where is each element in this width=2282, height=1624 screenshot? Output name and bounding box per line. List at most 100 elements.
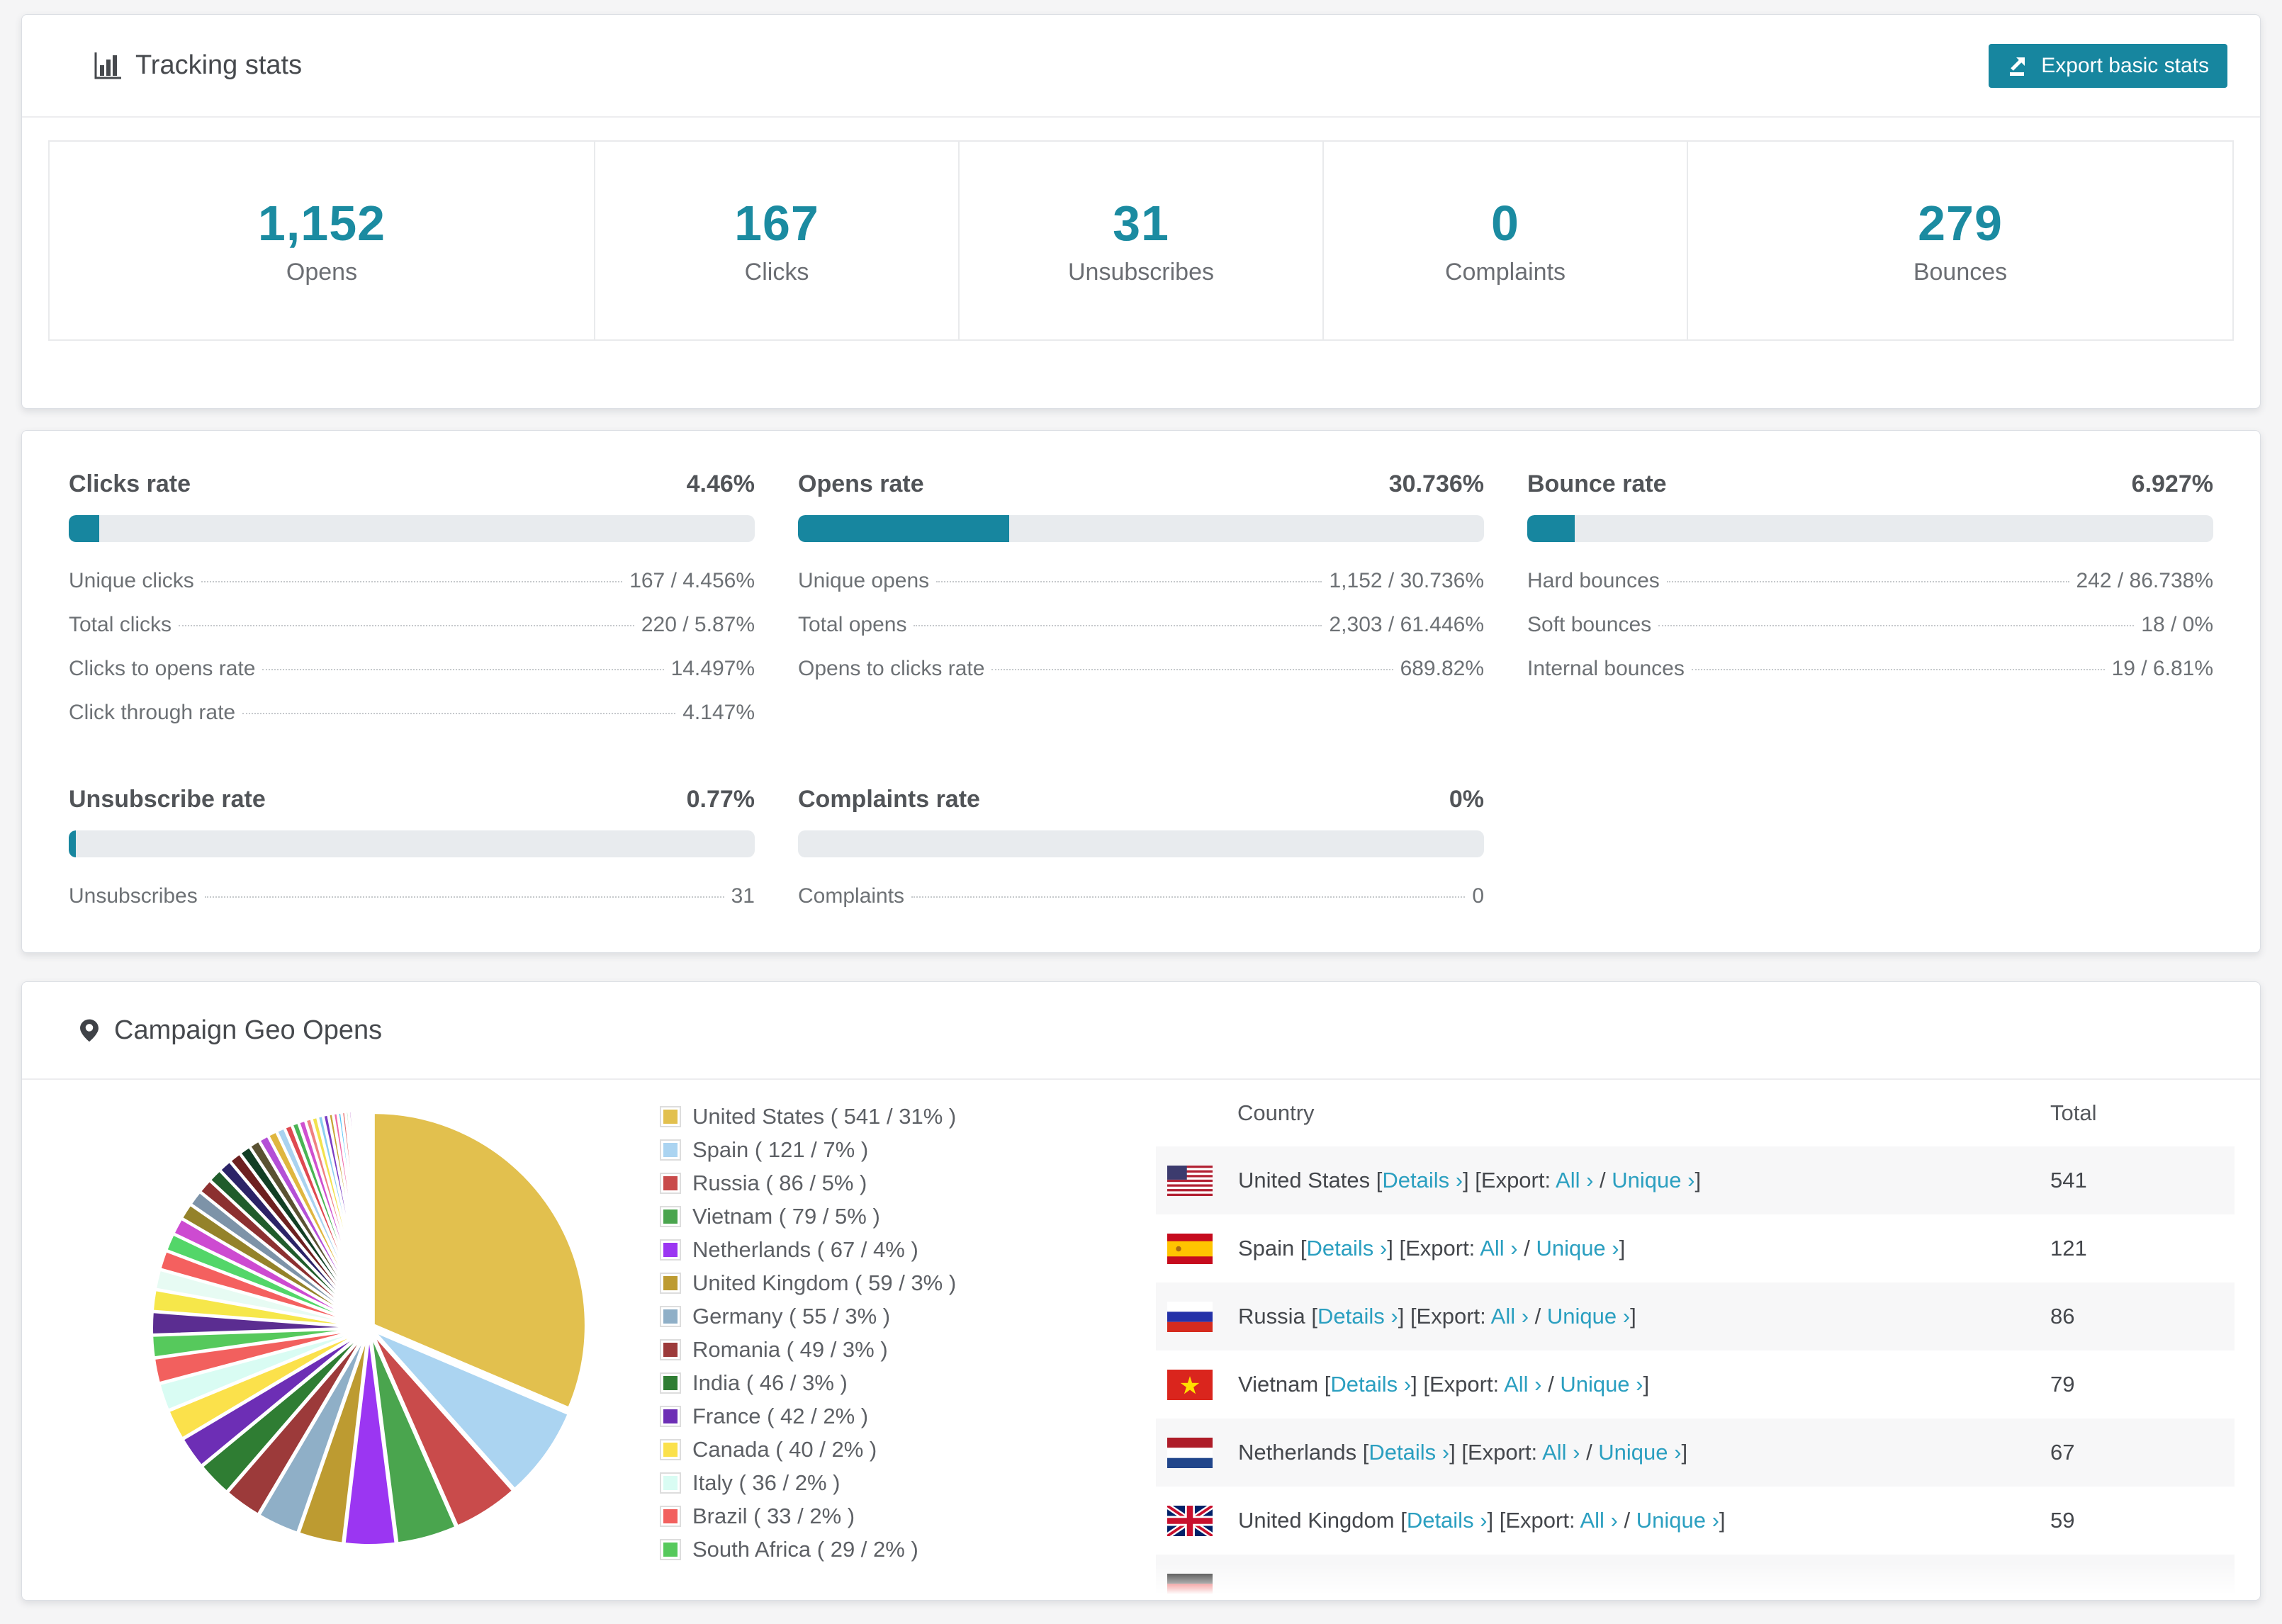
rate-row-label: Unsubscribes <box>69 884 198 908</box>
table-row-vietnam: Vietnam [Details ›] [Export: All › / Uni… <box>1156 1350 2235 1419</box>
stat-label: Opens <box>286 259 358 286</box>
stat-value: 0 <box>1491 196 1519 251</box>
rate-row-value: 18 / 0% <box>2141 613 2213 636</box>
legend-swatch <box>660 1406 681 1427</box>
details-link[interactable]: Details › <box>1368 1440 1449 1465</box>
legend-swatch <box>660 1439 681 1460</box>
legend-swatch <box>660 1506 681 1527</box>
legend-label: United States ( 541 / 31% ) <box>692 1104 957 1129</box>
rate-rows: Complaints 0 <box>798 874 1484 918</box>
legend-label: Netherlands ( 67 / 4% ) <box>692 1237 918 1262</box>
rate-row-value: 220 / 5.87% <box>641 613 755 636</box>
export-links: [Export: All › / Unique ›] <box>1399 1236 1626 1261</box>
legend-label: United Kingdom ( 59 / 3% ) <box>692 1270 957 1295</box>
export-unique-link[interactable]: Unique › <box>1612 1168 1694 1192</box>
legend-label: Russia ( 86 / 5% ) <box>692 1171 867 1195</box>
legend-swatch <box>660 1173 681 1194</box>
legend-swatch <box>660 1206 681 1227</box>
export-unique-link[interactable]: Unique › <box>1560 1372 1643 1397</box>
dotted-leader <box>1666 581 2069 582</box>
flag-gb-icon <box>1167 1505 1213 1536</box>
export-all-link[interactable]: All › <box>1480 1236 1517 1261</box>
details-link[interactable]: Details › <box>1407 1508 1488 1533</box>
rate-row-value: 4.147% <box>682 701 755 724</box>
stat-value: 167 <box>734 196 819 251</box>
stat-value: 279 <box>1918 196 2003 251</box>
legend-item: Germany ( 55 / 3% ) <box>660 1304 1156 1329</box>
rate-row-label: Clicks to opens rate <box>69 657 256 680</box>
table-row-netherlands: Netherlands [Details ›] [Export: All › /… <box>1156 1419 2235 1487</box>
stat-cell-unsubscribes: 31 Unsubscribes <box>958 142 1322 339</box>
export-links: [Export: All › / Unique ›] <box>1410 1304 1636 1329</box>
export-unique-link[interactable]: Unique › <box>1598 1440 1681 1465</box>
rate-row: Soft bounces 18 / 0% <box>1527 603 2213 647</box>
total-column-header: Total <box>2050 1100 2097 1125</box>
country-text: Russia [Details ›] [Export: All › / Uniq… <box>1238 1304 1636 1329</box>
progress-track <box>798 515 1484 542</box>
legend-swatch <box>660 1139 681 1161</box>
legend-item: Netherlands ( 67 / 4% ) <box>660 1237 1156 1263</box>
table-row-de <box>1156 1555 2235 1600</box>
country-cell: United States [Details ›] [Export: All ›… <box>1156 1165 2050 1196</box>
rate-row-label: Total opens <box>798 613 907 636</box>
rate-title: Clicks rate <box>69 470 191 497</box>
legend-item: Vietnam ( 79 / 5% ) <box>660 1204 1156 1229</box>
rate-row-label: Total clicks <box>69 613 172 636</box>
country-name: Vietnam <box>1238 1372 1319 1397</box>
rate-value: 0.77% <box>686 786 755 813</box>
export-basic-stats-button[interactable]: Export basic stats <box>1989 43 2227 88</box>
export-all-link[interactable]: All › <box>1542 1440 1580 1465</box>
details-link[interactable]: Details › <box>1307 1236 1388 1261</box>
dotted-leader <box>1658 625 2135 626</box>
export-all-link[interactable]: All › <box>1580 1508 1617 1533</box>
country-cell: Russia [Details ›] [Export: All › / Uniq… <box>1156 1301 2050 1332</box>
export-links: [Export: All › / Unique ›] <box>1499 1508 1726 1533</box>
rate-row-value: 14.497% <box>670 657 755 680</box>
stat-label: Bounces <box>1913 259 2008 286</box>
export-unique-link[interactable]: Unique › <box>1547 1304 1630 1329</box>
rate-row-label: Hard bounces <box>1527 569 1660 592</box>
export-all-link[interactable]: All › <box>1491 1304 1529 1329</box>
export-unique-link[interactable]: Unique › <box>1636 1508 1719 1533</box>
rate-row: Hard bounces 242 / 86.738% <box>1527 559 2213 603</box>
rate-title: Complaints rate <box>798 786 980 813</box>
legend-item: Spain ( 121 / 7% ) <box>660 1137 1156 1163</box>
total-cell: 67 <box>2050 1440 2075 1465</box>
stat-cell-bounces: 279 Bounces <box>1687 142 2232 339</box>
stat-value: 31 <box>1113 196 1169 251</box>
progress-fill <box>69 515 100 542</box>
legend-item: France ( 42 / 2% ) <box>660 1404 1156 1429</box>
flag-de-icon <box>1167 1573 1213 1600</box>
rate-section-head: Clicks rate 4.46% <box>69 470 755 498</box>
country-cell: United Kingdom [Details ›] [Export: All … <box>1156 1505 2050 1536</box>
export-unique-link[interactable]: Unique › <box>1536 1236 1619 1261</box>
progress-track <box>1527 515 2213 542</box>
geo-table: Country Total United States [Details ›] … <box>1156 1080 2235 1600</box>
rate-row-value: 1,152 / 30.736% <box>1329 569 1484 592</box>
legend-label: Vietnam ( 79 / 5% ) <box>692 1204 880 1229</box>
country-cell: Netherlands [Details ›] [Export: All › /… <box>1156 1437 2050 1468</box>
rate-rows: Unique opens 1,152 / 30.736% Total opens 2,… <box>798 559 1484 691</box>
geo-table-rows: United States [Details ›] [Export: All ›… <box>1156 1146 2235 1600</box>
country-text: Spain [Details ›] [Export: All › / Uniqu… <box>1238 1236 1626 1261</box>
details-link[interactable]: Details › <box>1330 1372 1411 1397</box>
table-row-united-kingdom: United Kingdom [Details ›] [Export: All … <box>1156 1487 2235 1555</box>
export-all-link[interactable]: All › <box>1504 1372 1541 1397</box>
tracking-stats-header: Tracking stats Export basic stats <box>22 15 2260 118</box>
details-link[interactable]: Details › <box>1382 1168 1463 1192</box>
dotted-leader <box>991 669 1393 670</box>
details-link[interactable]: Details › <box>1317 1304 1398 1329</box>
rate-row: Unsubscribes 31 <box>69 874 755 918</box>
legend-item: Canada ( 40 / 2% ) <box>660 1437 1156 1462</box>
geo-opens-pie-chart[interactable] <box>142 1101 596 1555</box>
legend-item: United States ( 541 / 31% ) <box>660 1104 1156 1129</box>
legend-label: Spain ( 121 / 7% ) <box>692 1137 869 1162</box>
rate-row: Total clicks 220 / 5.87% <box>69 603 755 647</box>
geo-title: Campaign Geo Opens <box>72 1015 382 1046</box>
progress-track <box>798 830 1484 857</box>
export-all-link[interactable]: All › <box>1556 1168 1593 1192</box>
stat-label: Complaints <box>1444 259 1566 286</box>
rate-rows: Unsubscribes 31 <box>69 874 755 918</box>
rate-section-complaints-rate: Complaints rate 0% Complaints 0 <box>798 786 1484 918</box>
rate-row: Clicks to opens rate 14.497% <box>69 647 755 691</box>
